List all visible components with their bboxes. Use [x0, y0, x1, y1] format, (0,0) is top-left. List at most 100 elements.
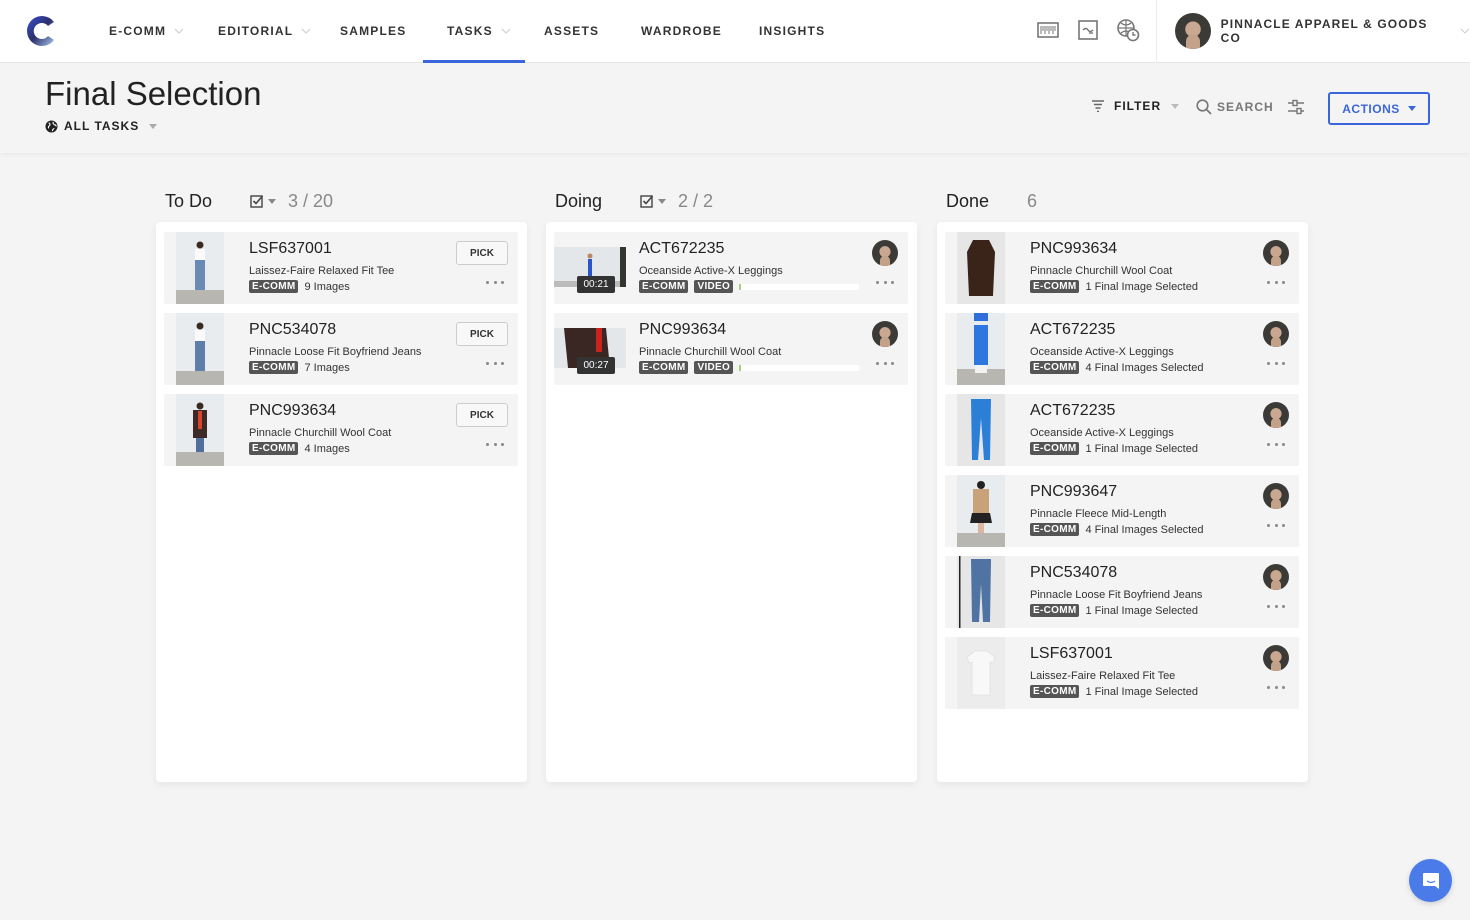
- task-card[interactable]: 00:27 PNC993634 Pinnacle Churchill Wool …: [554, 313, 908, 385]
- chat-icon: [1422, 872, 1439, 889]
- filter-button[interactable]: FILTER: [1091, 99, 1180, 113]
- column-title: To Do: [165, 190, 213, 211]
- nav-item-samples[interactable]: SAMPLES: [340, 0, 406, 62]
- scope-label: ALL TASKS: [64, 119, 140, 133]
- nav-item-tasks[interactable]: TASKS: [423, 0, 525, 63]
- nav-item-wardrobe[interactable]: WARDROBE: [641, 0, 722, 62]
- nav-label: SAMPLES: [340, 24, 407, 38]
- product-thumbnail: [176, 394, 224, 466]
- top-navigation: E-COMM EDITORIAL SAMPLES TASKS ASSETS WA…: [0, 0, 1470, 63]
- checkbox-icon: [640, 195, 654, 208]
- task-card[interactable]: LSF637001 Laissez-Faire Relaxed Fit Tee …: [945, 637, 1299, 709]
- card-meta: E-COMM 7 Images: [249, 361, 350, 374]
- assignee-avatar[interactable]: [1263, 564, 1289, 590]
- select-all-dropdown[interactable]: [640, 194, 667, 208]
- assignee-avatar[interactable]: [872, 321, 898, 347]
- task-card[interactable]: PNC993634 Pinnacle Churchill Wool Coat E…: [164, 394, 518, 466]
- task-card[interactable]: PNC534078 Pinnacle Loose Fit Boyfriend J…: [164, 313, 518, 385]
- column-doing: 00:21 ACT672235 Oceanside Active-X Leggi…: [546, 222, 917, 782]
- more-options-icon[interactable]: [1267, 602, 1285, 610]
- card-sku: ACT672235: [639, 240, 725, 257]
- more-options-icon[interactable]: [876, 278, 894, 286]
- chevron-down-icon: [1460, 28, 1470, 34]
- card-product-name: Pinnacle Churchill Wool Coat: [249, 427, 392, 439]
- more-options-icon[interactable]: [876, 359, 894, 367]
- card-sku: PNC993634: [639, 321, 727, 338]
- assignee-avatar[interactable]: [1263, 321, 1289, 347]
- nav-item-ecomm[interactable]: E-COMM: [109, 0, 184, 62]
- card-info: 7 Images: [304, 361, 350, 374]
- search-button[interactable]: SEARCH: [1196, 99, 1274, 115]
- select-all-dropdown[interactable]: [250, 194, 277, 208]
- card-sku: LSF637001: [1030, 645, 1113, 662]
- card-meta: E-COMM 1 Final Image Selected: [1030, 280, 1198, 293]
- more-options-icon[interactable]: [486, 359, 504, 367]
- pick-button[interactable]: PICK: [456, 241, 508, 265]
- barcode-icon[interactable]: [1036, 18, 1060, 42]
- card-info: 1 Final Image Selected: [1085, 280, 1198, 293]
- product-thumbnail: [957, 475, 1005, 547]
- ecomm-tag: E-COMM: [1030, 604, 1080, 617]
- account-switcher[interactable]: PINNACLE APPAREL & GOODS CO: [1175, 13, 1470, 49]
- nav-item-assets[interactable]: ASSETS: [544, 0, 599, 62]
- column-count: 6: [1027, 190, 1038, 211]
- pick-button[interactable]: PICK: [456, 403, 508, 427]
- more-options-icon[interactable]: [486, 440, 504, 448]
- signature-icon[interactable]: [1076, 18, 1100, 42]
- more-options-icon[interactable]: [486, 278, 504, 286]
- ecomm-tag: E-COMM: [639, 280, 689, 293]
- globe-icon: [45, 119, 58, 133]
- card-product-name: Pinnacle Churchill Wool Coat: [1030, 265, 1173, 277]
- column-count: 3 / 20: [288, 190, 334, 211]
- page-title: Final Selection: [45, 75, 262, 112]
- more-options-icon[interactable]: [1267, 359, 1285, 367]
- caret-down-icon: [268, 198, 277, 204]
- sliders-icon[interactable]: [1286, 97, 1306, 117]
- search-label: SEARCH: [1217, 100, 1274, 114]
- card-product-name: Pinnacle Churchill Wool Coat: [639, 346, 782, 358]
- actions-button[interactable]: ACTIONS: [1328, 92, 1430, 125]
- assignee-avatar[interactable]: [1263, 402, 1289, 428]
- app-logo[interactable]: [24, 13, 60, 49]
- card-sku: PNC993647: [1030, 483, 1118, 500]
- more-options-icon[interactable]: [1267, 440, 1285, 448]
- chat-button[interactable]: [1409, 859, 1452, 902]
- nav-item-insights[interactable]: INSIGHTS: [759, 0, 825, 62]
- assignee-avatar[interactable]: [1263, 240, 1289, 266]
- column-header-doing: Doing 2 / 2: [555, 190, 713, 212]
- column-title: Doing: [555, 190, 603, 211]
- card-sku: PNC993634: [249, 402, 337, 419]
- caret-down-icon: [1171, 103, 1180, 109]
- assignee-avatar[interactable]: [872, 240, 898, 266]
- task-card[interactable]: PNC993647 Pinnacle Fleece Mid-Length E-C…: [945, 475, 1299, 547]
- more-options-icon[interactable]: [1267, 683, 1285, 691]
- scope-selector[interactable]: ALL TASKS: [45, 119, 158, 133]
- assignee-avatar[interactable]: [1263, 483, 1289, 509]
- chevron-down-icon: [174, 28, 184, 34]
- pick-button[interactable]: PICK: [456, 322, 508, 346]
- nav-item-editorial[interactable]: EDITORIAL: [218, 0, 311, 62]
- task-card[interactable]: ACT672235 Oceanside Active-X Leggings E-…: [945, 313, 1299, 385]
- column-header-done: Done 6: [946, 190, 1037, 212]
- task-card[interactable]: 00:21 ACT672235 Oceanside Active-X Leggi…: [554, 232, 908, 304]
- card-meta: E-COMM 4 Final Images Selected: [1030, 523, 1203, 536]
- task-card[interactable]: LSF637001 Laissez-Faire Relaxed Fit Tee …: [164, 232, 518, 304]
- card-meta: E-COMM VIDEO: [639, 361, 860, 374]
- product-thumbnail: [957, 556, 1005, 628]
- task-card[interactable]: PNC534078 Pinnacle Loose Fit Boyfriend J…: [945, 556, 1299, 628]
- global-time-icon[interactable]: [1116, 18, 1140, 42]
- filter-label: FILTER: [1114, 99, 1162, 113]
- nav-label: TASKS: [447, 24, 493, 38]
- card-info: 9 Images: [304, 280, 350, 293]
- more-options-icon[interactable]: [1267, 521, 1285, 529]
- assignee-avatar[interactable]: [1263, 645, 1289, 671]
- video-tag: VIDEO: [694, 361, 734, 374]
- column-title: Done: [946, 190, 990, 211]
- more-options-icon[interactable]: [1267, 278, 1285, 286]
- ecomm-tag: E-COMM: [249, 442, 299, 455]
- checkbox-icon: [250, 195, 264, 208]
- video-tag: VIDEO: [694, 280, 734, 293]
- card-product-name: Pinnacle Loose Fit Boyfriend Jeans: [249, 346, 422, 358]
- task-card[interactable]: ACT672235 Oceanside Active-X Leggings E-…: [945, 394, 1299, 466]
- task-card[interactable]: PNC993634 Pinnacle Churchill Wool Coat E…: [945, 232, 1299, 304]
